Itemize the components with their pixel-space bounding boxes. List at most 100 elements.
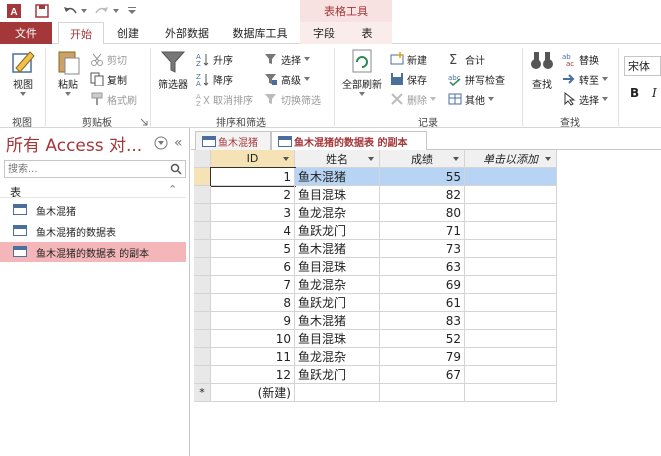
cell-empty[interactable] [465,186,557,204]
cell-empty[interactable] [465,330,557,348]
format-painter-button[interactable]: 格式刷 [90,90,137,108]
cell-id[interactable]: 6 [211,258,295,276]
more-button[interactable]: 其他 [448,90,495,108]
sort-descending-button[interactable]: ZA 降序 [196,70,233,88]
nav-search-input[interactable] [5,161,165,177]
nav-collapse-icon[interactable]: « [174,135,186,151]
selection-button[interactable]: 选择 [264,50,311,68]
row-selector[interactable] [194,204,211,222]
column-header-name[interactable]: 姓名 [295,150,380,168]
cell-score[interactable]: 79 [380,348,465,366]
cut-button[interactable]: 剪切 [90,50,127,68]
sort-ascending-button[interactable]: AZ 升序 [196,50,233,68]
tab-table[interactable]: 表 [352,22,382,44]
nav-item-table[interactable]: 鱼木混猪 [0,200,186,220]
row-selector[interactable] [194,348,211,366]
cell-id[interactable]: 1 [210,167,296,187]
tab-external-data[interactable]: 外部数据 [154,22,220,44]
cell-score[interactable]: 80 [380,204,465,222]
cell-score[interactable]: 61 [380,294,465,312]
cell-score[interactable]: 71 [380,222,465,240]
cell-score[interactable]: 67 [380,366,465,384]
cell-name[interactable]: 鱼龙混杂 [295,204,380,222]
cell-name[interactable]: 鱼木混猪 [295,240,380,258]
row-selector[interactable] [194,222,211,240]
row-selector[interactable] [194,276,211,294]
cell-score[interactable]: 83 [380,312,465,330]
row-selector[interactable] [194,240,211,258]
new-row-id-cell[interactable]: (新建) [211,384,295,402]
doc-tab[interactable]: 鱼木混猪 [195,131,271,150]
italic-button[interactable]: I [652,86,657,100]
row-selector[interactable] [194,258,211,276]
cell-name[interactable]: 鱼目混珠 [295,330,380,348]
redo-icon[interactable] [94,3,110,19]
row-selector[interactable] [194,168,211,186]
doc-tab-active[interactable]: 鱼木混猪的数据表 的副本 [271,131,427,151]
cell-score[interactable]: 73 [380,240,465,258]
cell-id[interactable]: 5 [211,240,295,258]
replace-button[interactable]: ab ac 替换 [562,50,599,68]
redo-dropdown-icon[interactable] [112,3,120,19]
customize-toolbar-icon[interactable] [126,3,138,19]
cell-empty[interactable] [465,276,557,294]
cell-name[interactable]: 鱼木混猪 [295,168,380,186]
row-selector[interactable] [194,330,211,348]
cell-score[interactable]: 82 [380,186,465,204]
cell-empty[interactable] [465,348,557,366]
bold-button[interactable]: B [630,86,639,100]
cell-name[interactable]: 鱼跃龙门 [295,222,380,240]
column-header-add[interactable]: 单击以添加 [465,150,557,168]
remove-sort-button[interactable]: AZ 取消排序 [196,90,253,108]
cell-empty[interactable] [465,312,557,330]
cell-name[interactable]: 鱼木混猪 [295,312,380,330]
new-row-cell[interactable] [295,384,380,402]
nav-item-table[interactable]: 鱼木混猪的数据表 [0,221,186,241]
font-name-select[interactable]: 宋体 [624,56,661,76]
clipboard-launcher-icon[interactable] [140,116,148,126]
advanced-button[interactable]: 高级 [264,70,311,88]
cell-id[interactable]: 4 [211,222,295,240]
cell-empty[interactable] [465,222,557,240]
new-row-cell[interactable] [380,384,465,402]
delete-record-button[interactable]: 删除 [390,90,437,108]
cell-empty[interactable] [465,366,557,384]
row-selector[interactable] [194,312,211,330]
section-collapse-icon[interactable]: ⌃ [168,183,177,196]
tab-file[interactable]: 文件 [0,22,52,44]
new-row-cell[interactable] [465,384,557,402]
undo-icon[interactable] [62,3,78,19]
view-button[interactable]: 视图 [6,48,40,97]
row-selector[interactable] [194,294,211,312]
nav-search-box[interactable] [4,160,186,178]
cell-empty[interactable] [465,240,557,258]
cell-id[interactable]: 12 [211,366,295,384]
column-header-score[interactable]: 成绩 [380,150,465,168]
cell-id[interactable]: 10 [211,330,295,348]
save-record-button[interactable]: 保存 [390,70,427,88]
tab-create[interactable]: 创建 [108,22,148,44]
tab-home[interactable]: 开始 [58,22,104,45]
column-header-id[interactable]: ID [211,150,295,168]
cell-name[interactable]: 鱼目混珠 [295,186,380,204]
cell-score[interactable]: 63 [380,258,465,276]
goto-button[interactable]: 转至 [562,70,609,88]
cell-id[interactable]: 3 [211,204,295,222]
cell-empty[interactable] [465,258,557,276]
cell-name[interactable]: 鱼跃龙门 [295,294,380,312]
copy-button[interactable]: 复制 [90,70,127,88]
cell-name[interactable]: 鱼龙混杂 [295,348,380,366]
nav-menu-dropdown-icon[interactable] [154,136,168,150]
cell-id[interactable]: 9 [211,312,295,330]
cell-score[interactable]: 69 [380,276,465,294]
save-icon[interactable] [34,3,50,19]
refresh-all-button[interactable]: 全部刷新 [338,48,386,97]
cell-score[interactable]: 55 [380,168,465,186]
new-record-button[interactable]: 新建 [390,50,427,68]
cell-id[interactable]: 11 [211,348,295,366]
select-button[interactable]: 选择 [562,90,609,108]
filter-button[interactable]: 筛选器 [154,48,192,91]
cell-score[interactable]: 52 [380,330,465,348]
cell-name[interactable]: 鱼跃龙门 [295,366,380,384]
row-selector[interactable] [194,366,211,384]
